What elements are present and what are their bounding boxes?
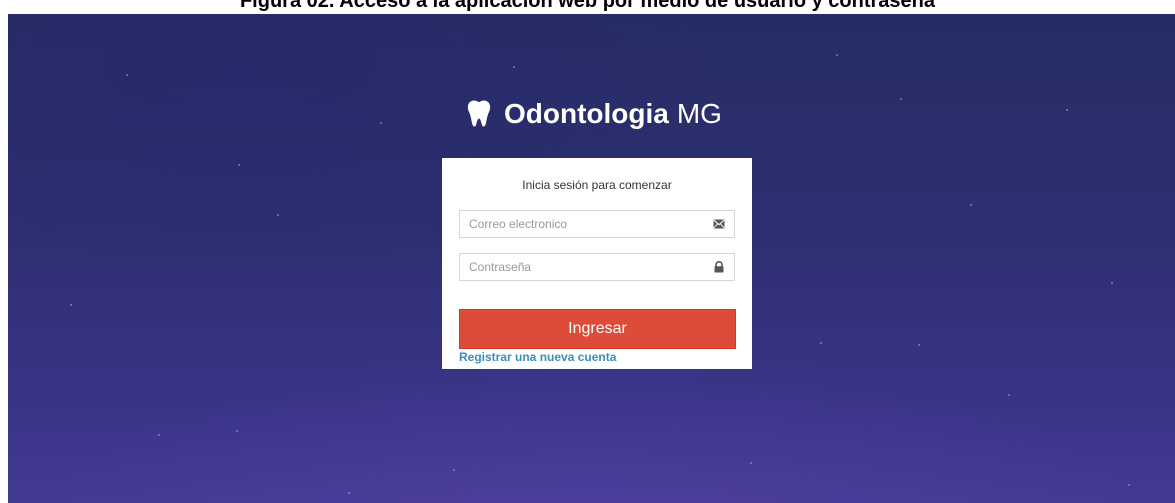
star (453, 469, 455, 471)
lock-icon (714, 261, 724, 273)
star (750, 462, 752, 464)
email-field (459, 210, 735, 238)
star (126, 74, 128, 76)
login-button[interactable]: Ingresar (459, 309, 736, 349)
star (820, 342, 822, 344)
brand-logo: Odontologia MG (466, 96, 722, 132)
envelope-icon (713, 219, 725, 229)
tooth-icon (467, 100, 491, 127)
login-box: Inicia sesión para comenzar Ingresar Reg… (442, 158, 752, 369)
star (1128, 484, 1130, 486)
star (970, 204, 972, 206)
brand-name: Odontologia (504, 98, 669, 129)
star (918, 344, 920, 346)
password-field (459, 253, 735, 281)
login-background: Odontologia MG Inicia sesión para comenz… (8, 14, 1175, 503)
brand-suffix: MG (676, 98, 722, 129)
star (380, 122, 382, 124)
register-link[interactable]: Registrar una nueva cuenta (459, 350, 616, 364)
star (158, 434, 160, 436)
email-input[interactable] (460, 211, 699, 237)
figure-caption: Figura 02. Acceso a la aplicación web po… (239, 0, 936, 12)
star (900, 98, 902, 100)
star (348, 492, 350, 494)
star (238, 164, 240, 166)
star (513, 66, 515, 68)
star (836, 54, 838, 56)
star (1008, 394, 1010, 396)
star (236, 430, 238, 432)
star (1066, 109, 1068, 111)
star (1111, 282, 1113, 284)
star (277, 214, 279, 216)
password-input[interactable] (460, 254, 699, 280)
login-title: Inicia sesión para comenzar (522, 178, 672, 192)
star (70, 304, 72, 306)
